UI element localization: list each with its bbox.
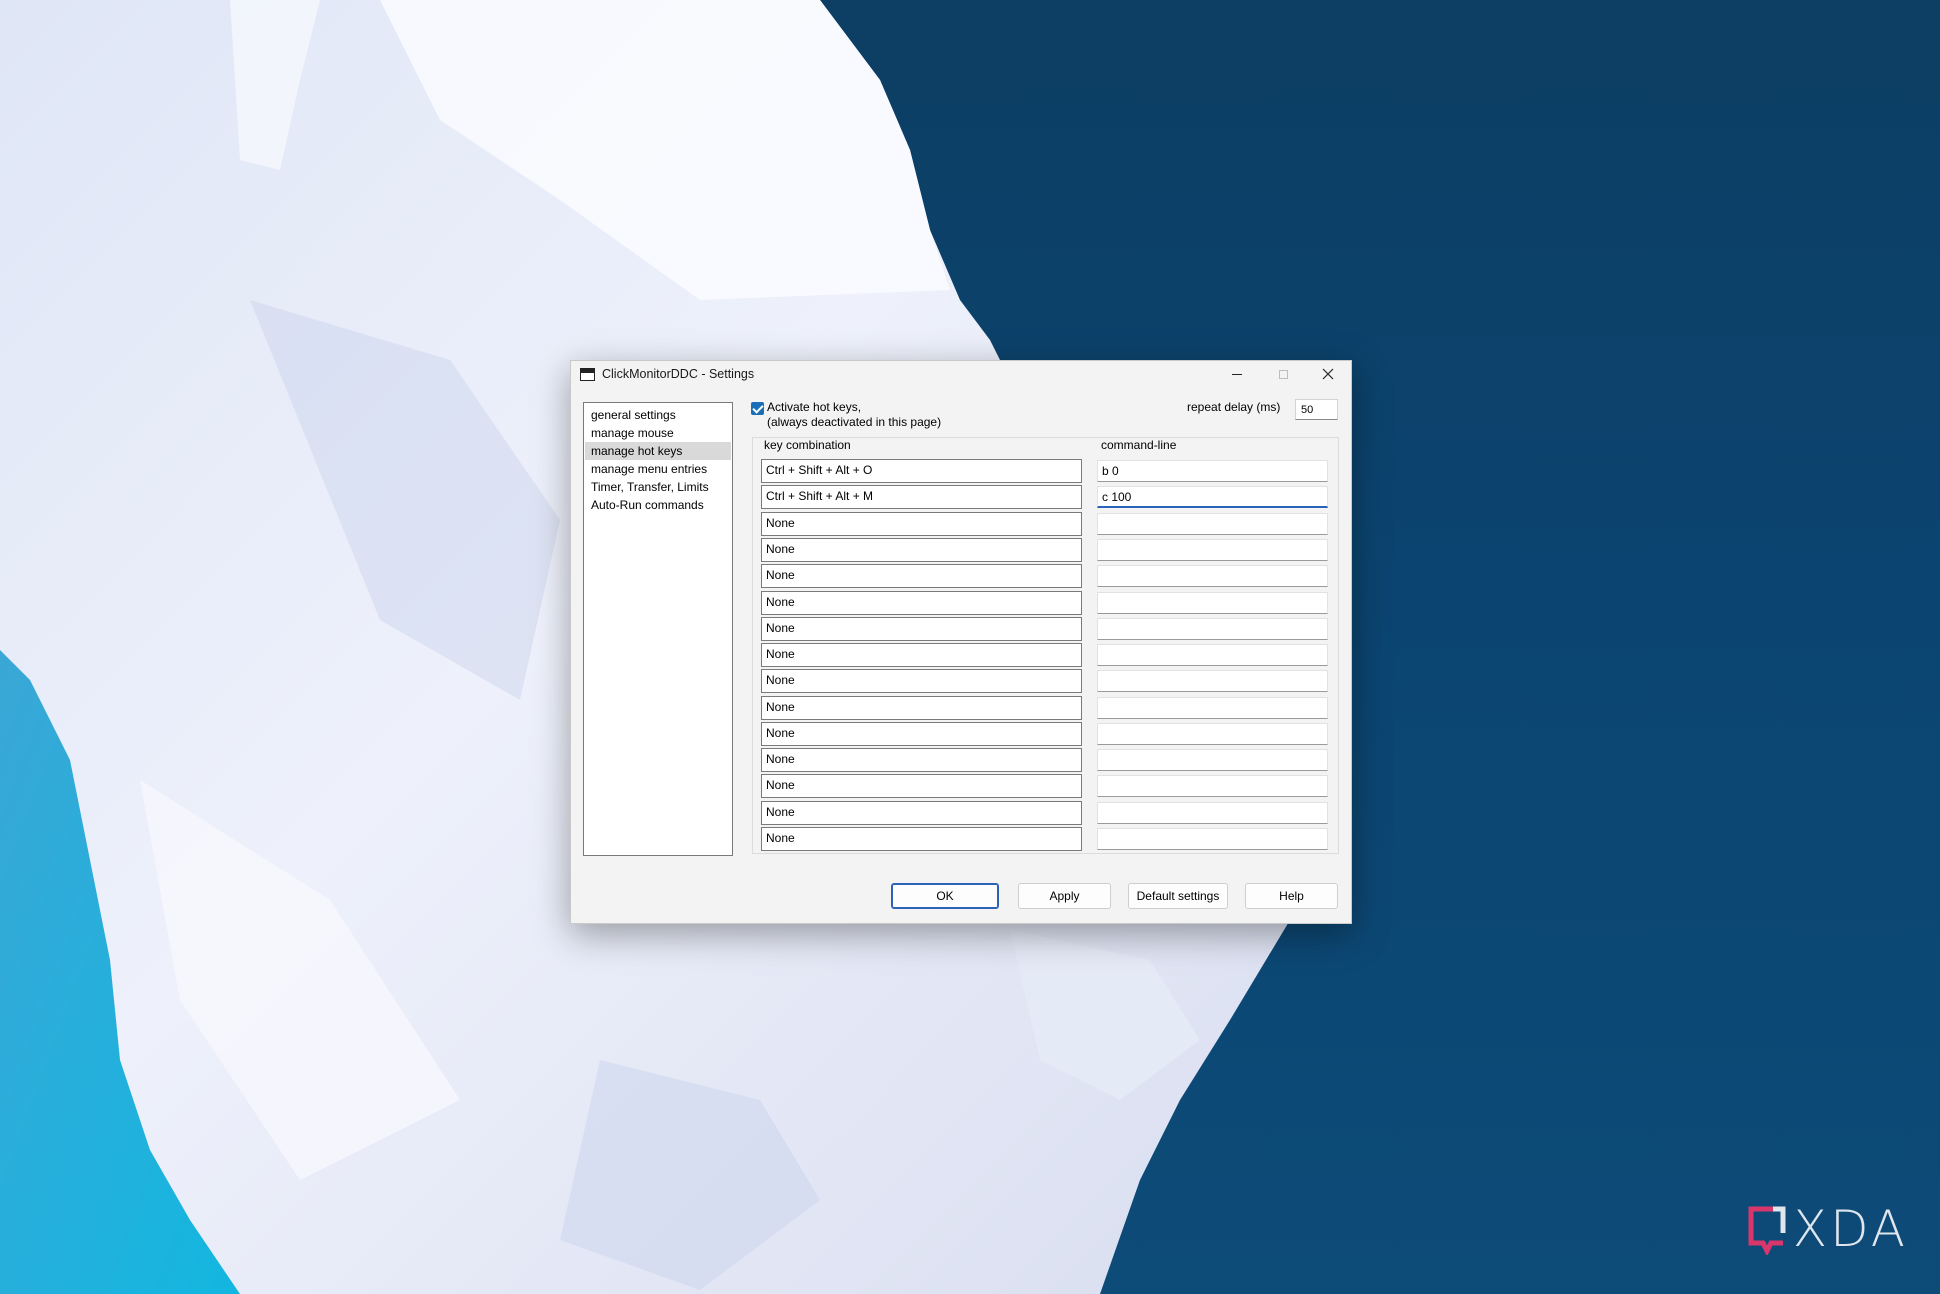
hotkey-row: Ctrl + Shift + Alt + O b 0 (761, 459, 1331, 483)
nav-item-general-settings[interactable]: general settings (585, 406, 731, 424)
command-line-field[interactable] (1097, 513, 1328, 535)
key-combination-field[interactable]: None (761, 643, 1082, 667)
hotkey-row: None (761, 538, 1331, 562)
window-title: ClickMonitorDDC - Settings (602, 367, 755, 381)
settings-nav-list[interactable]: general settings manage mouse manage hot… (583, 402, 733, 856)
activate-hotkeys-checkbox[interactable] (751, 402, 764, 415)
key-combination-field[interactable]: None (761, 564, 1082, 588)
key-combination-field[interactable]: None (761, 512, 1082, 536)
window-icon (580, 368, 595, 381)
repeat-delay-label: repeat delay (ms) (1187, 400, 1281, 414)
command-line-field[interactable] (1097, 749, 1328, 771)
command-line-field[interactable] (1097, 828, 1328, 850)
activate-hotkeys-label[interactable]: Activate hot keys, (always deactivated i… (767, 400, 941, 430)
hotkey-row: None (761, 748, 1331, 772)
xda-logo: XDA (1743, 1200, 1908, 1258)
ok-button[interactable]: OK (891, 883, 999, 909)
nav-item-timer-transfer-limits[interactable]: Timer, Transfer, Limits (585, 478, 731, 496)
title-bar[interactable]: ClickMonitorDDC - Settings (571, 361, 1351, 387)
key-combination-field[interactable]: None (761, 617, 1082, 641)
key-combination-field[interactable]: None (761, 538, 1082, 562)
maximize-icon (1278, 369, 1288, 379)
repeat-delay-input[interactable]: 50 (1295, 399, 1338, 420)
help-button[interactable]: Help (1245, 883, 1338, 909)
close-icon (1322, 368, 1334, 380)
xda-logo-text: XDA (1792, 1200, 1908, 1258)
key-combination-field[interactable]: None (761, 722, 1082, 746)
apply-button[interactable]: Apply (1018, 883, 1111, 909)
minimize-button[interactable] (1214, 361, 1260, 387)
close-button[interactable] (1305, 361, 1351, 387)
hotkey-row: None (761, 512, 1331, 536)
key-combination-header: key combination (764, 438, 851, 452)
key-combination-field[interactable]: None (761, 669, 1082, 693)
hotkey-row: None (761, 801, 1331, 825)
command-line-field[interactable] (1097, 775, 1328, 797)
nav-item-auto-run-commands[interactable]: Auto-Run commands (585, 496, 731, 514)
minimize-icon (1232, 373, 1242, 375)
settings-window: ClickMonitorDDC - Settings general setti… (570, 360, 1352, 924)
hotkey-row: None (761, 696, 1331, 720)
key-combination-field[interactable]: None (761, 748, 1082, 772)
hotkey-row: None (761, 591, 1331, 615)
key-combination-field[interactable]: Ctrl + Shift + Alt + M (761, 485, 1082, 509)
maximize-button[interactable] (1260, 361, 1306, 387)
command-line-field[interactable]: b 0 (1097, 460, 1328, 482)
nav-item-manage-menu-entries[interactable]: manage menu entries (585, 460, 731, 478)
command-line-field[interactable] (1097, 565, 1328, 587)
command-line-field[interactable] (1097, 644, 1328, 666)
key-combination-field[interactable]: None (761, 801, 1082, 825)
key-combination-field[interactable]: None (761, 827, 1082, 851)
hotkey-row: None (761, 643, 1331, 667)
command-line-field[interactable] (1097, 802, 1328, 824)
hotkey-row: None (761, 722, 1331, 746)
key-combination-field[interactable]: Ctrl + Shift + Alt + O (761, 459, 1082, 483)
command-line-field[interactable] (1097, 697, 1328, 719)
nav-item-manage-mouse[interactable]: manage mouse (585, 424, 731, 442)
default-settings-button[interactable]: Default settings (1128, 883, 1228, 909)
activate-label-line2: (always deactivated in this page) (767, 415, 942, 429)
command-line-field[interactable] (1097, 723, 1328, 745)
command-line-field[interactable]: c 100 (1097, 486, 1328, 508)
command-line-field[interactable] (1097, 592, 1328, 614)
activate-label-line1: Activate hot keys, (767, 400, 862, 414)
command-line-field[interactable] (1097, 618, 1328, 640)
command-line-field[interactable] (1097, 670, 1328, 692)
xda-bracket-icon (1748, 1206, 1786, 1255)
hotkey-row: None (761, 669, 1331, 693)
nav-item-manage-hot-keys[interactable]: manage hot keys (585, 442, 731, 460)
command-line-field[interactable] (1097, 539, 1328, 561)
hotkey-row: Ctrl + Shift + Alt + M c 100 (761, 485, 1331, 509)
key-combination-field[interactable]: None (761, 696, 1082, 720)
hotkey-row: None (761, 617, 1331, 641)
key-combination-field[interactable]: None (761, 591, 1082, 615)
hotkey-row: None (761, 774, 1331, 798)
hotkey-row: None (761, 827, 1331, 851)
key-combination-field[interactable]: None (761, 774, 1082, 798)
hotkey-row: None (761, 564, 1331, 588)
command-line-header: command-line (1101, 438, 1177, 452)
